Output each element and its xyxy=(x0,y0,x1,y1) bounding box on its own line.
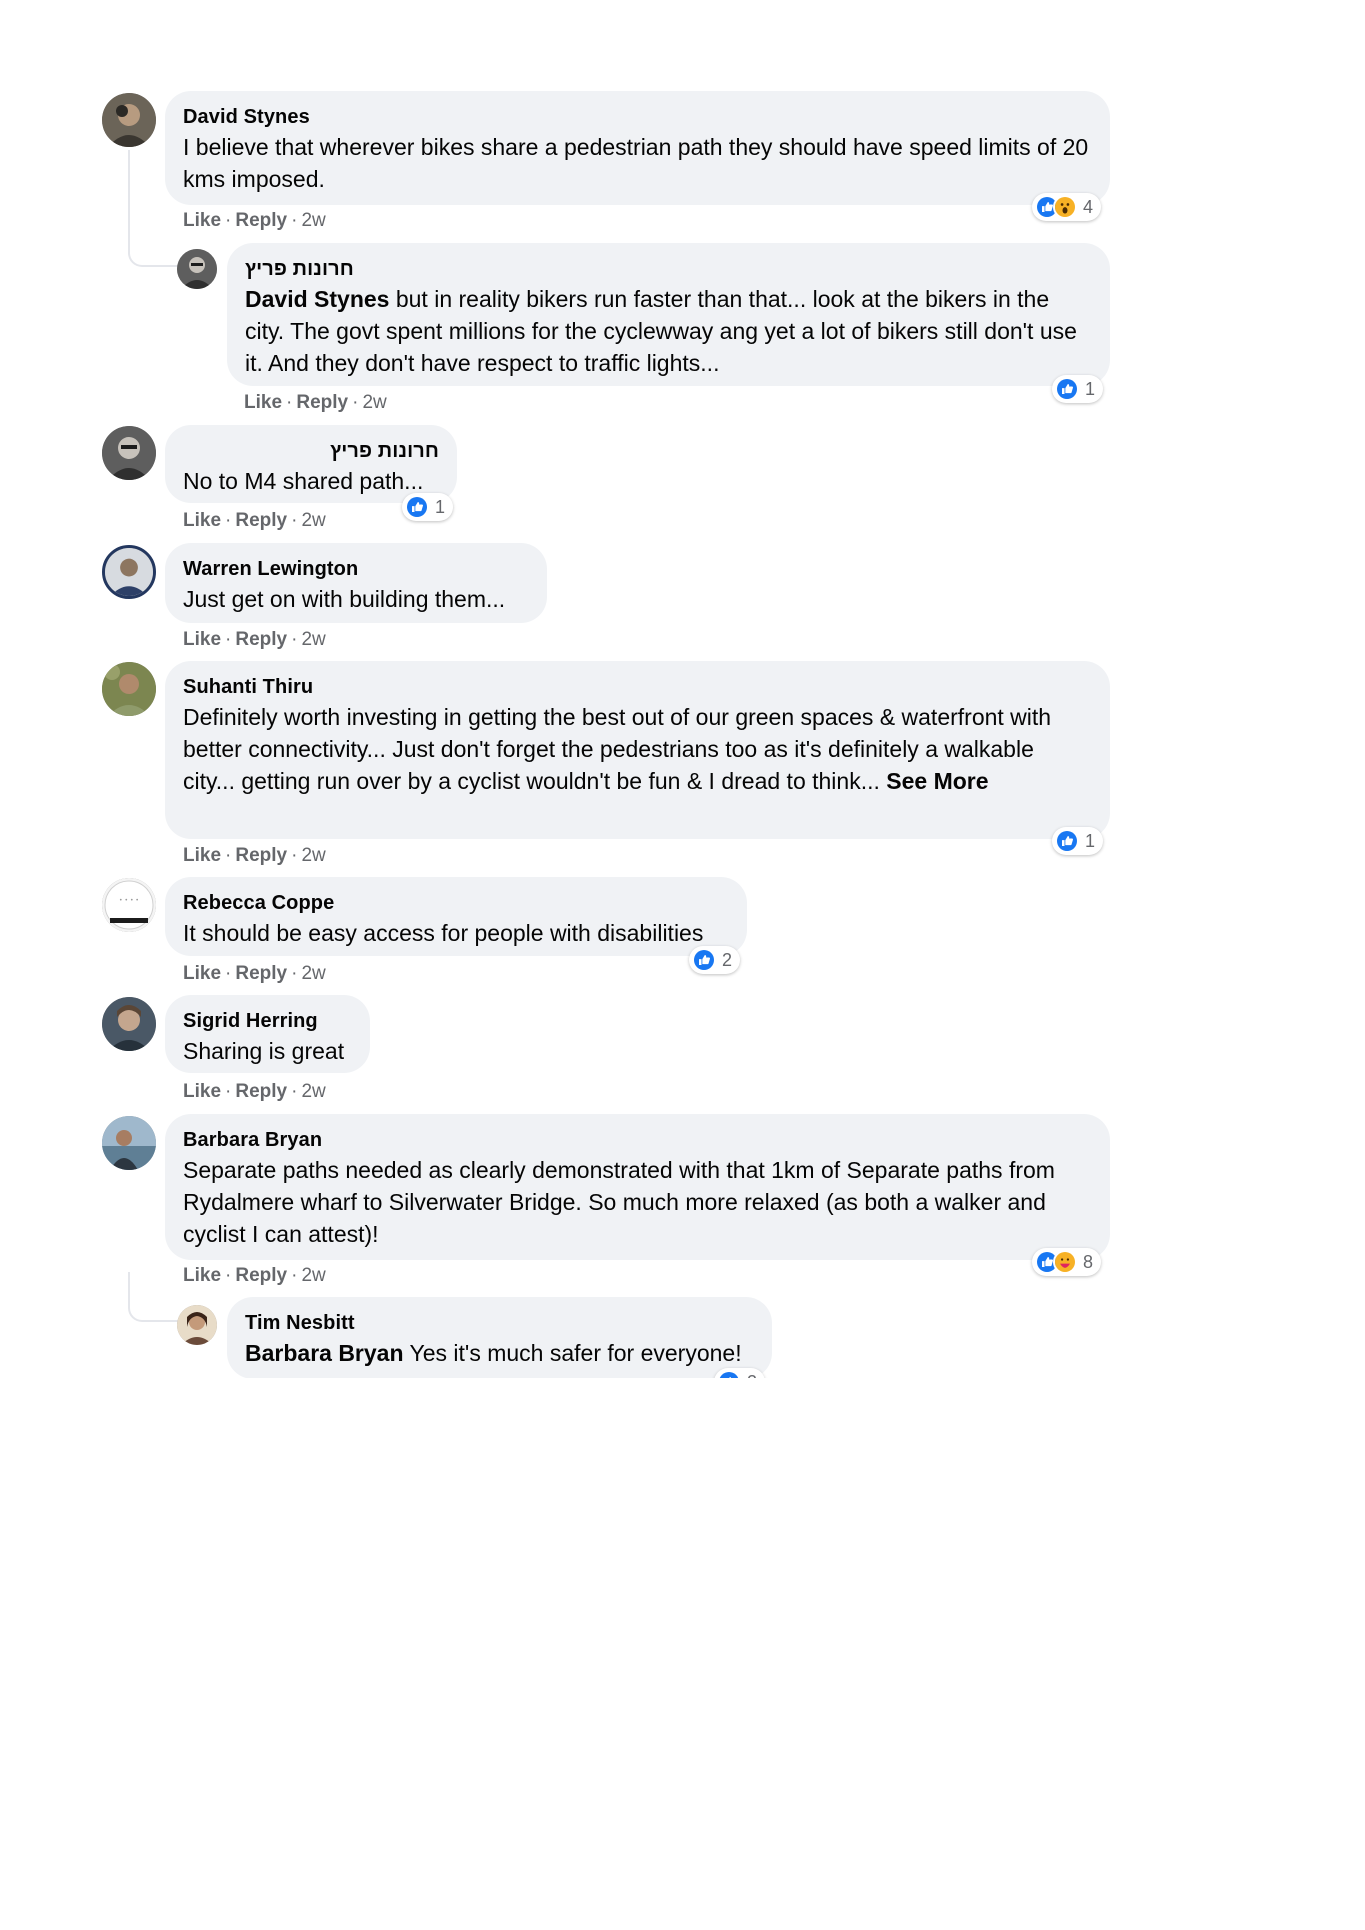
reaction-count: 8 xyxy=(1083,1251,1094,1272)
comment-author[interactable]: חרונות פריץ xyxy=(183,439,439,463)
avatar[interactable] xyxy=(102,662,156,716)
like-button[interactable]: Like xyxy=(183,510,221,531)
comment-author[interactable]: Warren Lewington xyxy=(183,557,529,581)
reply-button[interactable]: Reply xyxy=(235,629,287,650)
see-more-link[interactable]: See More xyxy=(886,768,988,794)
comment-actions: Like · Reply · 2w xyxy=(183,1265,326,1286)
like-button[interactable]: Like xyxy=(183,1265,221,1286)
reaction-count: 1 xyxy=(1085,378,1096,399)
timestamp[interactable]: 2w xyxy=(301,1265,325,1286)
reaction-count: 2 xyxy=(722,949,733,970)
reply-button[interactable]: Reply xyxy=(235,1265,287,1286)
comment-text: Sharing is great xyxy=(183,1038,345,1064)
comment-text: Separate paths needed as clearly demonst… xyxy=(183,1157,1055,1247)
comment-text: Just get on with building them... xyxy=(183,586,506,612)
comment-text: I believe that wherever bikes share a pe… xyxy=(183,134,1089,192)
avatar[interactable] xyxy=(177,249,217,289)
timestamp[interactable]: 2w xyxy=(362,392,386,413)
comment-bubble: Sigrid Herring Sharing is great xyxy=(165,995,370,1073)
comment-actions: Like · Reply · 2w xyxy=(183,629,326,650)
comment-text: Barbara Bryan Yes it's much safer for ev… xyxy=(245,1337,754,1369)
comment-author[interactable]: Rebecca Coppe xyxy=(183,891,729,915)
like-icon xyxy=(1055,377,1079,401)
like-icon xyxy=(405,495,429,519)
timestamp[interactable]: 2w xyxy=(301,510,325,531)
avatar[interactable] xyxy=(102,1116,156,1170)
timestamp[interactable]: 2w xyxy=(301,1081,325,1102)
mention-link[interactable]: David Stynes xyxy=(245,286,389,312)
like-button[interactable]: Like xyxy=(183,963,221,984)
comment-actions: Like · Reply · 2w xyxy=(183,1081,326,1102)
comment-author[interactable]: David Stynes xyxy=(183,105,1092,129)
comment-bubble: David Stynes I believe that wherever bik… xyxy=(165,91,1110,205)
avatar[interactable] xyxy=(102,997,156,1051)
comment-bubble: Barbara Bryan Separate paths needed as c… xyxy=(165,1114,1110,1260)
avatar[interactable] xyxy=(102,545,156,599)
comment-bubble: חרונות פריץ David Stynes but in reality … xyxy=(227,243,1110,386)
reply-button[interactable]: Reply xyxy=(235,510,287,531)
reply-button[interactable]: Reply xyxy=(235,1081,287,1102)
comment-actions: Like · Reply · 2w xyxy=(183,510,326,531)
timestamp[interactable]: 2w xyxy=(301,963,325,984)
avatar[interactable] xyxy=(102,93,156,147)
like-button[interactable]: Like xyxy=(183,1081,221,1102)
avatar[interactable] xyxy=(102,426,156,480)
avatar[interactable]: • • • • xyxy=(102,878,156,932)
reaction-summary[interactable]: 1 xyxy=(1052,827,1104,855)
reply-button[interactable]: Reply xyxy=(296,392,348,413)
comment-bubble: Suhanti Thiru Definitely worth investing… xyxy=(165,661,1110,839)
care-icon xyxy=(1053,1250,1077,1274)
blank-area xyxy=(0,1378,1365,1930)
comment-author[interactable]: Tim Nesbitt xyxy=(245,1311,754,1335)
reaction-count: 1 xyxy=(435,496,446,517)
reaction-summary[interactable]: 4 xyxy=(1032,193,1102,221)
like-icon xyxy=(692,948,716,972)
comment-bubble: Tim Nesbitt Barbara Bryan Yes it's much … xyxy=(227,1297,772,1379)
reply-connector xyxy=(128,1272,178,1322)
comment-actions: Like · Reply · 2w xyxy=(183,210,326,231)
avatar[interactable] xyxy=(177,1305,217,1345)
comment-author[interactable]: Suhanti Thiru xyxy=(183,675,1092,699)
timestamp[interactable]: 2w xyxy=(301,845,325,866)
comment-actions: Like · Reply · 2w xyxy=(183,963,326,984)
comment-text: No to M4 shared path... xyxy=(183,468,424,494)
comment-text: It should be easy access for people with… xyxy=(183,920,704,946)
reaction-summary[interactable]: 2 xyxy=(689,946,741,974)
comment-thread: David Stynes I believe that wherever bik… xyxy=(0,0,1365,1930)
reaction-summary[interactable]: 8 xyxy=(1032,1248,1102,1276)
comment-text-body: Yes it's much safer for everyone! xyxy=(409,1340,742,1366)
comment-text: Definitely worth investing in getting th… xyxy=(183,701,1092,797)
like-button[interactable]: Like xyxy=(183,845,221,866)
reply-button[interactable]: Reply xyxy=(235,210,287,231)
timestamp[interactable]: 2w xyxy=(301,210,325,231)
comment-author[interactable]: Barbara Bryan xyxy=(183,1128,1092,1152)
timestamp[interactable]: 2w xyxy=(301,629,325,650)
reaction-count: 4 xyxy=(1083,196,1094,217)
comment-text: David Stynes but in reality bikers run f… xyxy=(245,283,1092,379)
svg-text:• • • •: • • • • xyxy=(119,897,139,904)
like-button[interactable]: Like xyxy=(183,210,221,231)
like-icon xyxy=(1055,829,1079,853)
comment-bubble: חרונות פריץ No to M4 shared path... xyxy=(165,425,457,503)
reply-button[interactable]: Reply xyxy=(235,845,287,866)
wow-icon xyxy=(1053,195,1077,219)
mention-link[interactable]: Barbara Bryan xyxy=(245,1340,404,1366)
comment-author[interactable]: Sigrid Herring xyxy=(183,1009,352,1033)
reaction-count: 1 xyxy=(1085,830,1096,851)
like-button[interactable]: Like xyxy=(244,392,282,413)
comment-bubble: Rebecca Coppe It should be easy access f… xyxy=(165,877,747,956)
reaction-summary[interactable]: 1 xyxy=(402,493,454,521)
comment-author[interactable]: חרונות פריץ xyxy=(245,257,1092,281)
reaction-summary[interactable]: 1 xyxy=(1052,375,1104,403)
comment-actions: Like · Reply · 2w xyxy=(244,392,387,413)
reply-button[interactable]: Reply xyxy=(235,963,287,984)
comment-actions: Like · Reply · 2w xyxy=(183,845,326,866)
comment-bubble: Warren Lewington Just get on with buildi… xyxy=(165,543,547,623)
like-button[interactable]: Like xyxy=(183,629,221,650)
